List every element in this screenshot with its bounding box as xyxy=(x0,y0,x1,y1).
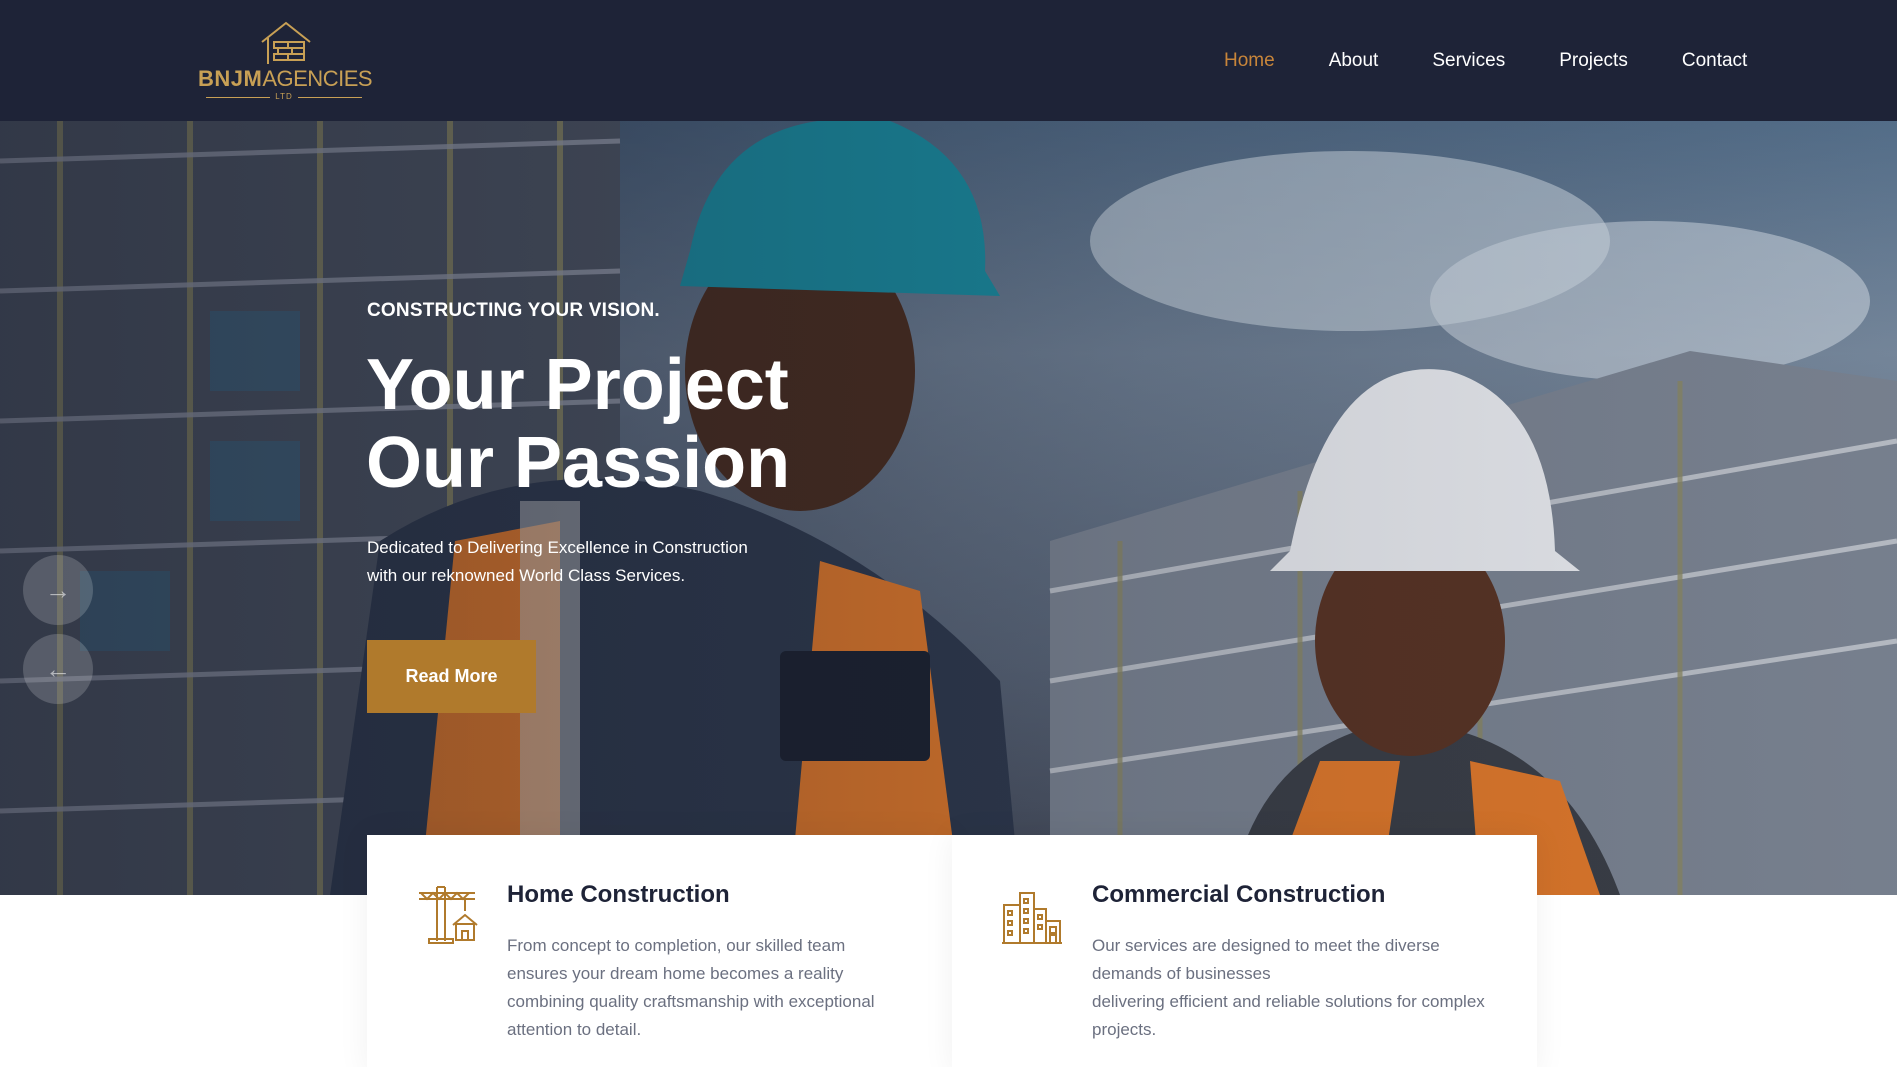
commercial-buildings-icon xyxy=(1002,892,1062,944)
card-line: attention to detail. xyxy=(507,1020,642,1039)
hero-overlay xyxy=(0,121,1897,895)
logo-suffix: LTD xyxy=(206,92,362,102)
hero-slider: → ← xyxy=(0,121,1897,895)
hero-subtext-line2: with our reknowned World Class Services. xyxy=(367,566,686,585)
nav-home[interactable]: Home xyxy=(1224,50,1275,72)
card-line: combining quality craftsmanship with exc… xyxy=(507,992,875,1011)
arrow-right-icon: → xyxy=(45,574,71,605)
hero-subtext-line1: Dedicated to Delivering Excellence in Co… xyxy=(367,538,748,557)
hero-headline-line2: Our Passion xyxy=(366,423,791,503)
logo-wordmark: BNJMAGENCIES xyxy=(198,66,373,92)
nav-about[interactable]: About xyxy=(1329,50,1379,72)
slider-prev-button[interactable]: ← xyxy=(23,634,93,704)
card-line: ensures your dream home becomes a realit… xyxy=(507,964,844,983)
logo-primary: BNJM xyxy=(198,66,263,91)
hero-eyebrow: CONSTRUCTING YOUR VISION. xyxy=(367,300,660,321)
card-description: From concept to completion, our skilled … xyxy=(507,932,927,1044)
brand-logo[interactable]: BNJMAGENCIES LTD xyxy=(198,20,373,102)
card-line: Our services are designed to meet the di… xyxy=(1092,936,1440,955)
nav-contact[interactable]: Contact xyxy=(1682,50,1747,72)
main-nav: Home About Services Projects Contact xyxy=(1224,50,1747,72)
nav-projects[interactable]: Projects xyxy=(1559,50,1628,72)
arrow-left-icon: ← xyxy=(45,653,71,684)
read-more-button[interactable]: Read More xyxy=(367,640,536,713)
nav-services[interactable]: Services xyxy=(1432,50,1505,72)
logo-secondary: AGENCIES xyxy=(262,66,373,91)
hero-subtext: Dedicated to Delivering Excellence in Co… xyxy=(367,534,787,590)
card-description: Our services are designed to meet the di… xyxy=(1092,932,1512,1044)
card-line: delivering efficient and reliable soluti… xyxy=(1092,992,1485,1011)
house-bricks-icon xyxy=(261,21,311,64)
card-title: Home Construction xyxy=(507,881,730,908)
service-card-home[interactable]: Home Construction From concept to comple… xyxy=(367,835,952,1067)
card-line: projects. xyxy=(1092,1020,1157,1039)
site-header: BNJMAGENCIES LTD Home About Services Pro… xyxy=(0,0,1897,121)
service-card-commercial[interactable]: Commercial Construction Our services are… xyxy=(952,835,1537,1067)
card-line: demands of businesses xyxy=(1092,964,1271,983)
hero-headline: Your Project Our Passion xyxy=(366,346,926,502)
card-title: Commercial Construction xyxy=(1092,881,1386,908)
slider-next-button[interactable]: → xyxy=(23,555,93,625)
card-line: From concept to completion, our skilled … xyxy=(507,936,846,955)
hero-headline-line1: Your Project xyxy=(366,345,789,425)
crane-house-icon xyxy=(419,886,478,944)
